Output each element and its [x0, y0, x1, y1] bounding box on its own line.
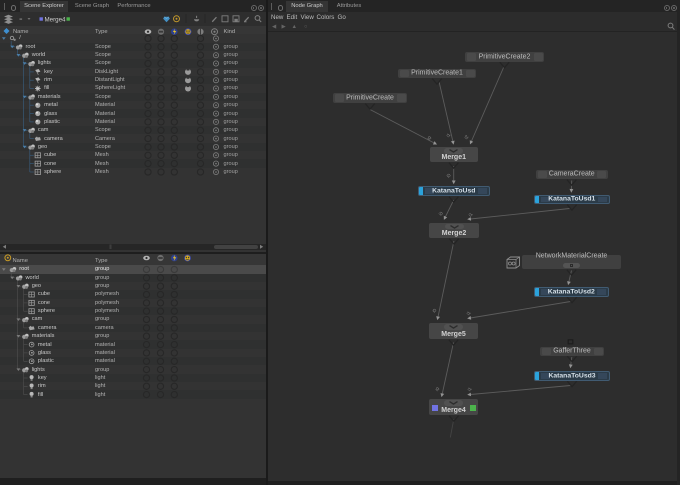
svg-text:i0: i0 [434, 386, 440, 392]
svg-text:i0: i0 [438, 210, 444, 216]
svg-text:i1: i1 [468, 211, 474, 217]
svg-text:i0: i0 [426, 135, 432, 141]
svg-text:i1: i1 [467, 386, 473, 392]
svg-text:i0: i0 [446, 172, 452, 178]
svg-text:i0: i0 [431, 307, 437, 313]
svg-text:i2: i2 [463, 134, 469, 140]
svg-text:i1: i1 [466, 310, 472, 316]
